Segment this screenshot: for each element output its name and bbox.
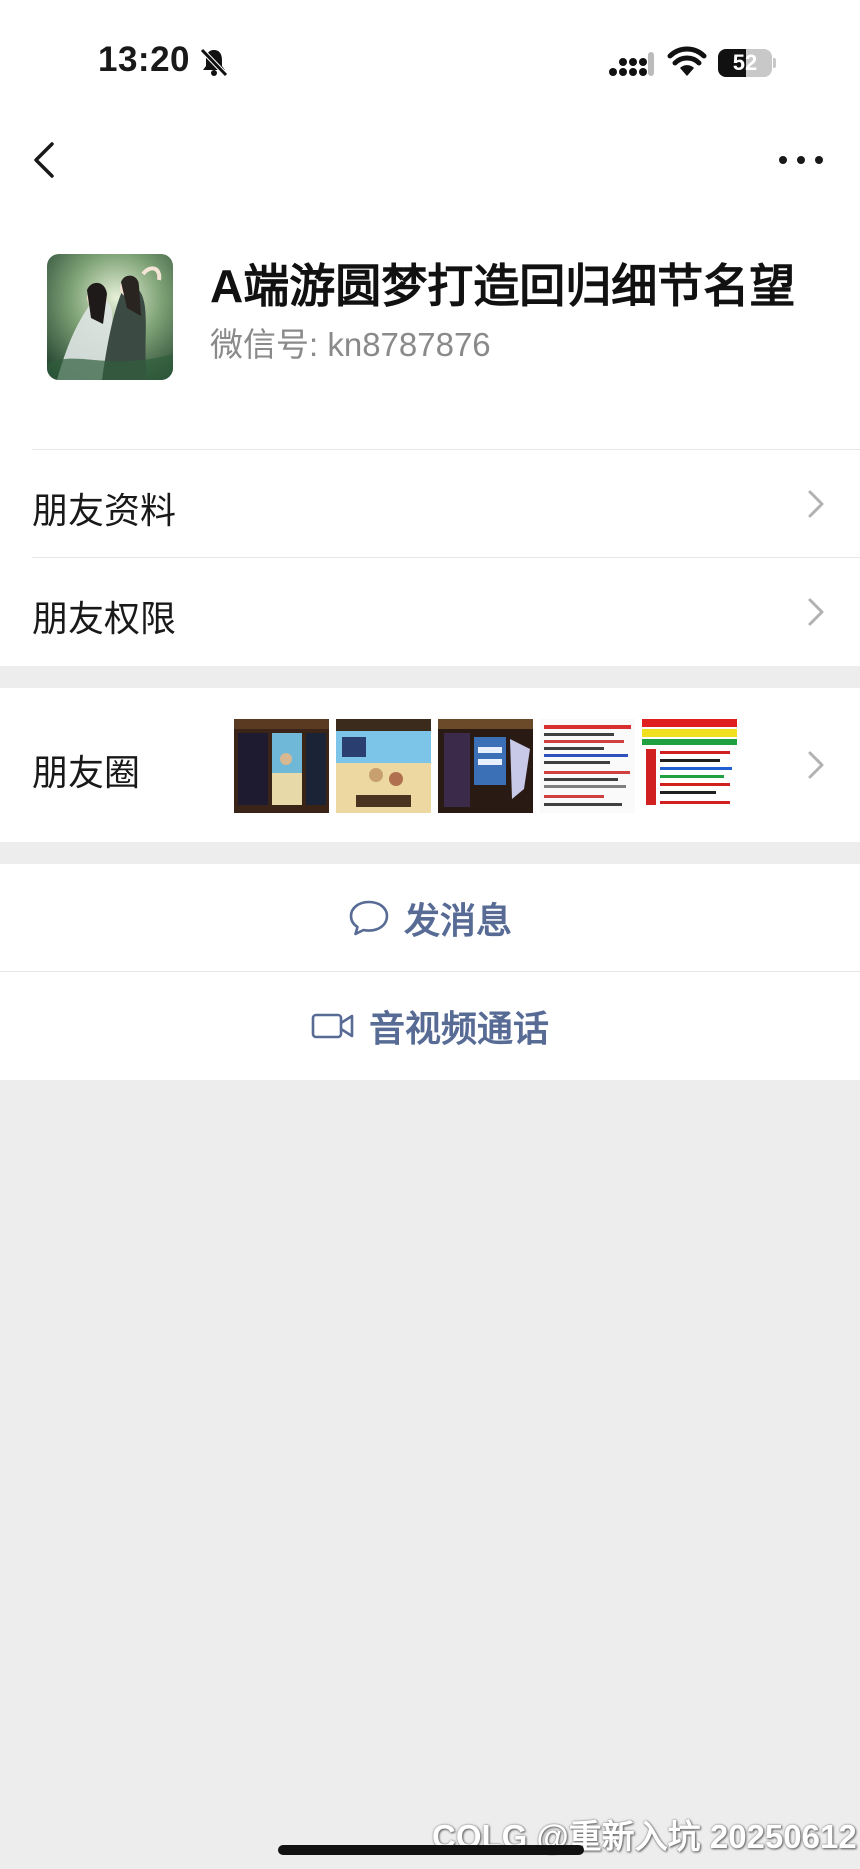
- back-icon[interactable]: [28, 130, 68, 190]
- moments-row[interactable]: 朋友圈: [0, 688, 860, 842]
- moments-label: 朋友圈: [32, 752, 141, 793]
- friend-permissions-label: 朋友权限: [32, 598, 177, 639]
- send-message-label: 发消息: [403, 900, 512, 941]
- wechat-id: 微信号: kn8787876: [210, 326, 491, 363]
- send-message-button[interactable]: 发消息: [0, 864, 860, 972]
- av-call-label: 音视频通话: [368, 1008, 549, 1049]
- video-camera-icon: [311, 1013, 354, 1039]
- nav-bar: [0, 110, 860, 210]
- avatar[interactable]: [47, 254, 173, 380]
- profile-header: A端游圆梦打造回归细节名望 微信号: kn8787876: [0, 210, 860, 450]
- chevron-right-icon: [808, 598, 824, 626]
- signal-icon: [609, 52, 654, 76]
- more-icon[interactable]: [776, 148, 826, 172]
- chat-bubble-icon: [349, 900, 389, 936]
- moments-thumbnail: [438, 719, 533, 813]
- chevron-right-icon: [808, 751, 824, 779]
- wifi-icon: [667, 46, 707, 76]
- profile-name: A端游圆梦打造回归细节名望: [210, 260, 796, 312]
- moments-thumbnails: [234, 719, 737, 813]
- status-time: 13:20: [98, 40, 191, 79]
- status-bar: 13:20 52: [0, 0, 860, 110]
- bell-muted-icon: [200, 48, 228, 77]
- friend-info-row[interactable]: 朋友资料: [0, 450, 860, 558]
- moments-thumbnail: [234, 719, 329, 813]
- moments-thumbnail: [336, 719, 431, 813]
- moments-thumbnail: [540, 719, 635, 813]
- home-indicator: [278, 1845, 584, 1855]
- battery-indicator: 52: [718, 49, 776, 77]
- chevron-right-icon: [808, 490, 824, 518]
- friend-info-label: 朋友资料: [32, 490, 177, 531]
- moments-thumbnail: [642, 719, 737, 813]
- video-call-button[interactable]: 音视频通话: [0, 972, 860, 1080]
- friend-permissions-row[interactable]: 朋友权限: [0, 558, 860, 666]
- battery-level: 52: [732, 50, 758, 75]
